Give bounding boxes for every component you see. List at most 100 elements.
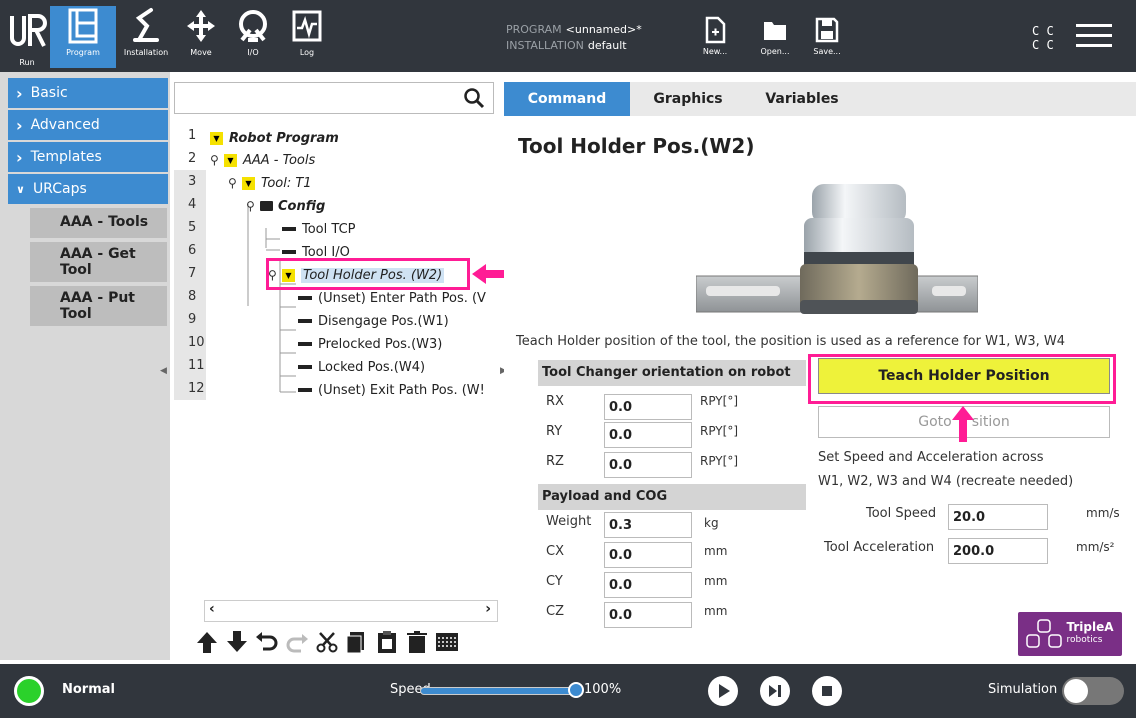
simulation-label: Simulation bbox=[988, 682, 1058, 697]
program-icon bbox=[68, 8, 98, 44]
triplea-mark-icon bbox=[1026, 619, 1063, 648]
tree-node-robot-program[interactable]: ▼ Robot Program bbox=[210, 127, 339, 149]
orientation-section-header: Tool Changer orientation on robot bbox=[538, 360, 806, 386]
tool-acceleration-input[interactable]: 200.0 bbox=[948, 538, 1048, 564]
chevron-right-icon: › bbox=[16, 147, 23, 167]
speed-slider[interactable] bbox=[420, 687, 576, 695]
category-basic[interactable]: › Basic bbox=[8, 78, 168, 108]
tree-horizontal-scrollbar[interactable]: ‹ › bbox=[204, 600, 498, 622]
speed-description: Set Speed and Acceleration across W1, W2… bbox=[818, 446, 1118, 494]
expand-triangle-icon[interactable]: ▼ bbox=[242, 176, 255, 190]
tree-node-exit-path-pos[interactable]: (Unset) Exit Path Pos. (W! bbox=[298, 379, 485, 401]
nav-io-label: I/O bbox=[247, 48, 259, 57]
save-button[interactable]: Save... bbox=[806, 16, 848, 66]
urcap-item-aaa-put-tool[interactable]: AAA - Put Tool bbox=[30, 286, 167, 326]
pin-icon: ⚲ bbox=[246, 199, 255, 213]
play-button[interactable] bbox=[708, 676, 738, 706]
nav-log-button[interactable]: Log bbox=[284, 6, 330, 68]
program-tree-panel: 1 2 3 4 5 6 7 8 9 10 11 12 ▼ Robot Progr… bbox=[170, 72, 500, 660]
expand-triangle-icon[interactable]: ▼ bbox=[224, 153, 237, 167]
move-down-icon[interactable] bbox=[224, 629, 250, 655]
cy-input[interactable]: 0.0 bbox=[604, 572, 692, 598]
command-bar-icon bbox=[298, 365, 312, 369]
rz-input[interactable]: 0.0 bbox=[604, 452, 692, 478]
category-advanced[interactable]: › Advanced bbox=[8, 110, 168, 140]
simulation-toggle[interactable] bbox=[1062, 677, 1124, 705]
tab-command[interactable]: Command bbox=[504, 82, 630, 116]
delete-icon[interactable] bbox=[404, 629, 430, 655]
open-button[interactable]: Open... bbox=[754, 16, 796, 66]
cz-input[interactable]: 0.0 bbox=[604, 602, 692, 628]
paste-icon[interactable] bbox=[374, 629, 400, 655]
urcap-item-aaa-tools[interactable]: AAA - Tools bbox=[30, 208, 167, 238]
speed-slider-handle[interactable] bbox=[568, 682, 584, 698]
urcap-item-label: AAA - Get Tool bbox=[60, 246, 136, 278]
suppress-icon[interactable] bbox=[434, 629, 460, 655]
tree-node-tool-t1[interactable]: ⚲ ▼ Tool: T1 bbox=[228, 172, 312, 194]
nav-io-button[interactable]: I/O bbox=[230, 6, 276, 68]
expand-triangle-icon[interactable]: ▼ bbox=[210, 131, 223, 145]
cz-label: CZ bbox=[546, 604, 564, 619]
scroll-left-icon[interactable]: ‹ bbox=[209, 601, 215, 617]
new-file-icon bbox=[705, 16, 726, 44]
rz-unit: RPY[°] bbox=[700, 454, 739, 468]
tree-node-config[interactable]: ⚲ Config bbox=[246, 195, 325, 217]
status-footer: Normal Speed 100% Simulation bbox=[0, 664, 1136, 718]
collapse-left-panel-arrow[interactable]: ◀ bbox=[160, 366, 167, 376]
tree-node-disengage-pos[interactable]: Disengage Pos.(W1) bbox=[298, 310, 449, 332]
tab-graphics[interactable]: Graphics bbox=[640, 82, 736, 116]
stop-button[interactable] bbox=[812, 676, 842, 706]
tree-node-label: Tool TCP bbox=[302, 221, 356, 237]
rx-input[interactable]: 0.0 bbox=[604, 394, 692, 420]
step-button[interactable] bbox=[760, 676, 790, 706]
tree-node-label: AAA - Tools bbox=[243, 152, 316, 168]
tree-node-enter-path-pos[interactable]: (Unset) Enter Path Pos. (V bbox=[298, 287, 486, 309]
tree-node-tool-tcp[interactable]: Tool TCP bbox=[282, 218, 355, 240]
tool-speed-input[interactable]: 20.0 bbox=[948, 504, 1048, 530]
robot-status-indicator[interactable] bbox=[14, 676, 44, 706]
copy-icon[interactable] bbox=[344, 629, 370, 655]
new-button[interactable]: New... bbox=[694, 16, 736, 66]
tree-node-locked-pos[interactable]: Locked Pos.(W4) bbox=[298, 356, 425, 378]
tab-variables[interactable]: Variables bbox=[754, 82, 850, 116]
program-name: <unnamed>* bbox=[565, 23, 642, 36]
nav-move-button[interactable]: Move bbox=[178, 6, 224, 68]
step-icon bbox=[769, 685, 781, 697]
redo-icon[interactable] bbox=[284, 629, 310, 655]
tool-changer-image bbox=[696, 184, 978, 314]
speed-description-line: Set Speed and Acceleration across bbox=[818, 450, 1044, 465]
category-urcaps[interactable]: ∨ URCaps bbox=[8, 174, 168, 204]
nav-installation-button[interactable]: Installation bbox=[118, 6, 174, 68]
cx-input[interactable]: 0.0 bbox=[604, 542, 692, 568]
tool-acceleration-unit: mm/s² bbox=[1076, 540, 1115, 554]
save-label: Save... bbox=[813, 47, 841, 56]
category-templates[interactable]: › Templates bbox=[8, 142, 168, 172]
tree-node-label: Disengage Pos.(W1) bbox=[318, 313, 449, 329]
ry-label: RY bbox=[546, 424, 563, 439]
tree-node-prelocked-pos[interactable]: Prelocked Pos.(W3) bbox=[298, 333, 442, 355]
scroll-right-icon[interactable]: › bbox=[485, 601, 491, 617]
command-bar-icon bbox=[282, 227, 296, 231]
hamburger-menu-icon[interactable] bbox=[1076, 22, 1112, 50]
payload-section-header: Payload and COG bbox=[538, 484, 806, 510]
nav-program-label: Program bbox=[66, 48, 100, 57]
move-up-icon[interactable] bbox=[194, 629, 220, 655]
tree-node-aaa-tools[interactable]: ⚲ ▼ AAA - Tools bbox=[210, 149, 315, 171]
urcap-item-aaa-get-tool[interactable]: AAA - Get Tool bbox=[30, 242, 167, 282]
nav-run-label: Run bbox=[19, 58, 35, 67]
cut-icon[interactable] bbox=[314, 629, 340, 655]
command-bar-icon bbox=[298, 296, 312, 300]
ry-input[interactable]: 0.0 bbox=[604, 422, 692, 448]
nav-log-label: Log bbox=[299, 48, 315, 57]
weight-label: Weight bbox=[546, 514, 592, 529]
weight-input[interactable]: 0.3 bbox=[604, 512, 692, 538]
undo-icon[interactable] bbox=[254, 629, 280, 655]
tree-node-label: Config bbox=[278, 198, 326, 214]
logo-text: TripleA bbox=[1066, 620, 1114, 634]
cy-label: CY bbox=[546, 574, 563, 589]
nav-program-button[interactable]: Program bbox=[50, 6, 116, 68]
triplea-robotics-logo: TripleA robotics bbox=[1018, 612, 1122, 656]
speed-value: 100% bbox=[584, 682, 622, 697]
play-icon bbox=[719, 684, 730, 698]
chevron-right-icon: › bbox=[16, 83, 23, 103]
